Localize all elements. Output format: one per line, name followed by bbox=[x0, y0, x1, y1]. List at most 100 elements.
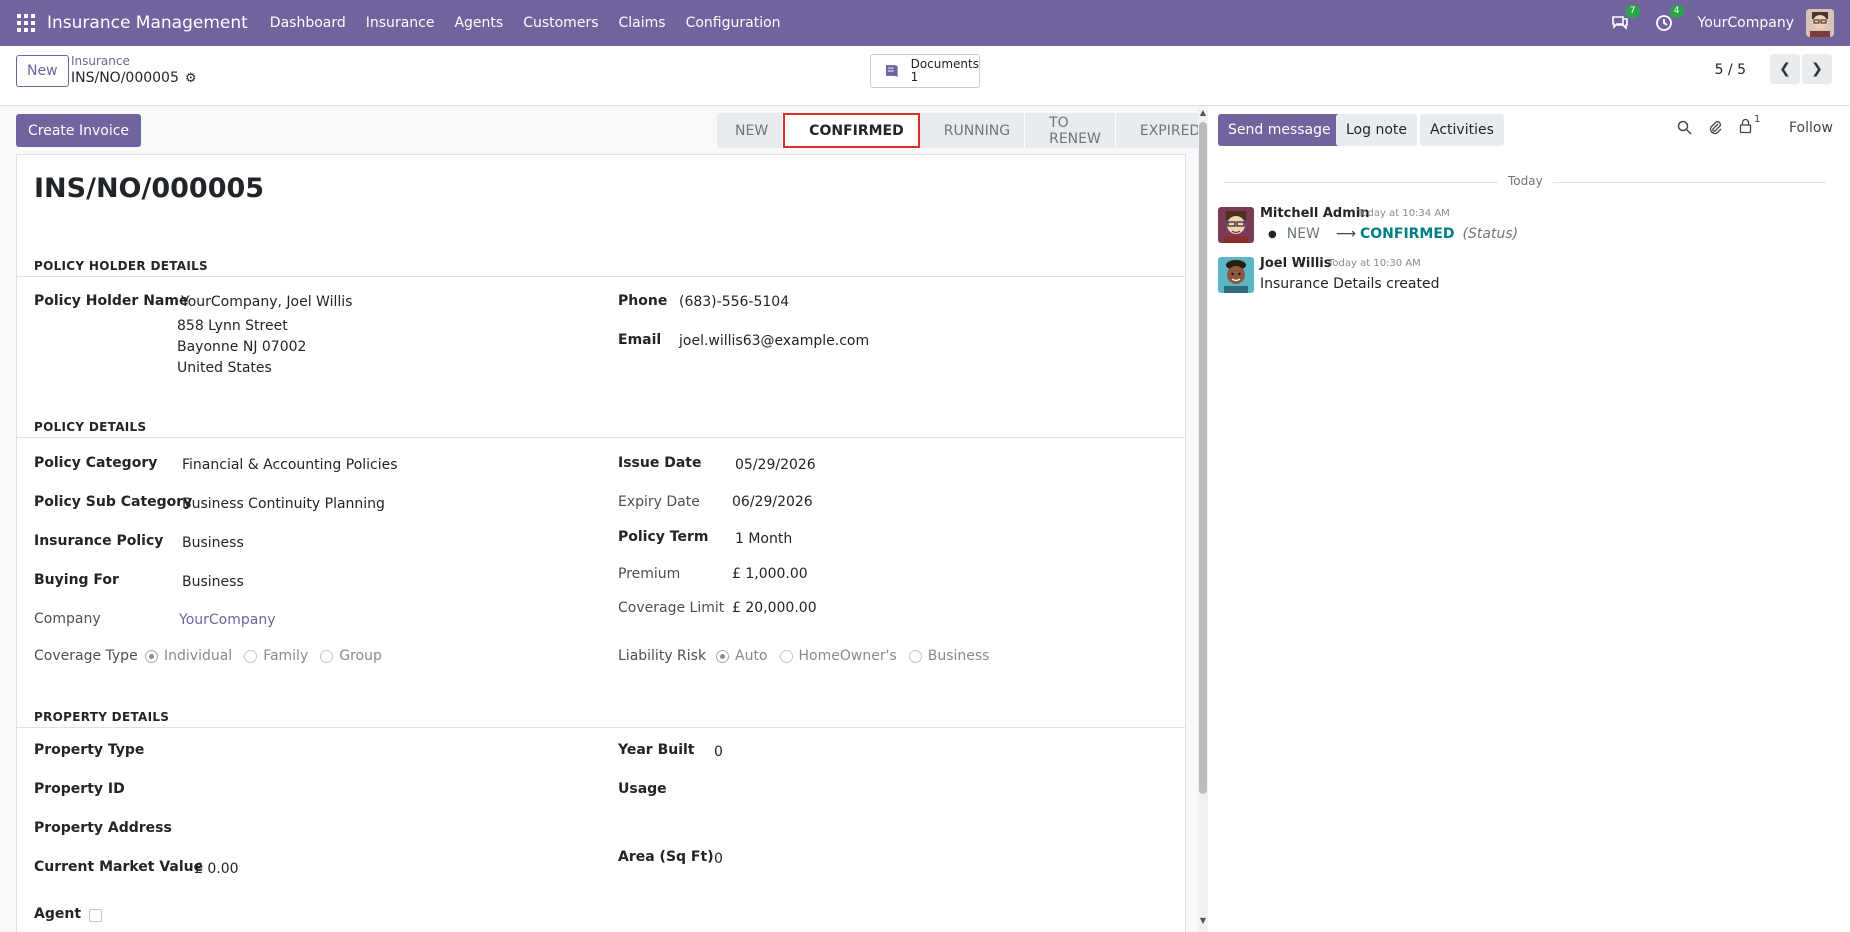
messages-icon[interactable]: 7 bbox=[1610, 5, 1640, 33]
pager-value[interactable]: 5 / 5 bbox=[1715, 62, 1746, 78]
company-link[interactable]: YourCompany bbox=[179, 612, 276, 628]
pager-next-button[interactable]: ❯ bbox=[1802, 54, 1832, 84]
phone-field[interactable]: (683)-556-5104 bbox=[679, 294, 789, 310]
premium-field[interactable]: £ 1,000.00 bbox=[732, 566, 808, 582]
coverage-limit-field[interactable]: £ 20,000.00 bbox=[732, 600, 817, 616]
buying-for-field[interactable]: Business bbox=[182, 574, 244, 590]
user-icon bbox=[1739, 118, 1752, 134]
tracking-field-name: (Status) bbox=[1462, 226, 1519, 242]
app-title[interactable]: Insurance Management bbox=[47, 13, 248, 33]
activities-button[interactable]: Activities bbox=[1420, 114, 1504, 146]
policy-holder-name-field[interactable]: YourCompany, Joel Willis bbox=[181, 294, 352, 310]
followers-count: 1 bbox=[1754, 114, 1761, 125]
radio-unchecked[interactable] bbox=[320, 649, 334, 663]
form-sheet: INS/NO/000005 POLICY HOLDER DETAILS Poli… bbox=[16, 154, 1186, 932]
documents-smart-button[interactable]: Documents 1 bbox=[870, 54, 980, 88]
current-market-value-label: Current Market Value bbox=[34, 859, 204, 875]
liability-risk-homeowners[interactable]: HomeOwner's bbox=[779, 648, 897, 664]
message-author[interactable]: Mitchell Admin bbox=[1260, 206, 1369, 221]
email-field[interactable]: joel.willis63@example.com bbox=[679, 333, 869, 349]
create-invoice-button[interactable]: Create Invoice bbox=[16, 114, 142, 147]
activities-icon[interactable]: 4 bbox=[1654, 5, 1684, 33]
property-type-label: Property Type bbox=[34, 742, 145, 758]
search-messages-icon[interactable] bbox=[1677, 120, 1692, 139]
control-panel: New Insurance INS/NO/000005 ⚙ Documents … bbox=[0, 46, 1850, 106]
chevron-left-icon: ❮ bbox=[1779, 61, 1791, 77]
liability-risk-business[interactable]: Business bbox=[908, 648, 990, 664]
log-note-button[interactable]: Log note bbox=[1336, 114, 1417, 146]
coverage-type-individual[interactable]: Individual bbox=[145, 648, 232, 664]
stage-confirmed[interactable]: CONFIRMED bbox=[783, 113, 920, 148]
menu-dashboard[interactable]: Dashboard bbox=[260, 15, 356, 31]
liability-risk-auto[interactable]: Auto bbox=[716, 648, 768, 664]
form-scrollbar-thumb[interactable] bbox=[1199, 122, 1207, 794]
usage-label: Usage bbox=[618, 781, 667, 797]
send-message-button[interactable]: Send message bbox=[1218, 114, 1341, 146]
menu-agents[interactable]: Agents bbox=[444, 15, 513, 31]
buying-for-label: Buying For bbox=[34, 572, 119, 588]
paperclip-icon[interactable] bbox=[1708, 120, 1723, 139]
section-title-property-details: PROPERTY DETAILS bbox=[34, 710, 170, 724]
policy-category-field[interactable]: Financial & Accounting Policies bbox=[182, 457, 398, 473]
policy-holder-address: 858 Lynn Street Bayonne NJ 07002 United … bbox=[177, 316, 306, 379]
issue-date-field[interactable]: 05/29/2026 bbox=[735, 457, 816, 473]
follow-button[interactable]: Follow bbox=[1789, 120, 1833, 136]
message-author[interactable]: Joel Willis bbox=[1260, 256, 1331, 271]
user-avatar[interactable] bbox=[1806, 9, 1834, 37]
coverage-type-family[interactable]: Family bbox=[244, 648, 308, 664]
radio-unchecked[interactable] bbox=[908, 649, 922, 663]
policy-sub-category-field[interactable]: Business Continuity Planning bbox=[182, 496, 385, 512]
radio-checked[interactable] bbox=[145, 649, 158, 663]
email-label: Email bbox=[618, 332, 662, 348]
current-market-value-field[interactable]: £ 0.00 bbox=[194, 861, 239, 877]
stage-to-renew[interactable]: TO RENEW bbox=[1025, 113, 1116, 148]
issue-date-label: Issue Date bbox=[618, 455, 702, 471]
year-built-field[interactable]: 0 bbox=[714, 744, 723, 760]
avatar[interactable] bbox=[1218, 257, 1254, 293]
pager-previous-button[interactable]: ❮ bbox=[1770, 54, 1800, 84]
message-body: Insurance Details created bbox=[1260, 276, 1440, 292]
radio-unchecked[interactable] bbox=[244, 649, 258, 663]
radio-label: HomeOwner's bbox=[798, 648, 897, 664]
policy-holder-name-label: Policy Holder Name bbox=[34, 293, 189, 309]
apps-menu-icon[interactable] bbox=[17, 14, 35, 32]
property-id-label: Property ID bbox=[34, 781, 125, 797]
area-field[interactable]: 0 bbox=[714, 851, 723, 867]
stage-new[interactable]: NEW bbox=[717, 113, 784, 148]
gear-icon[interactable]: ⚙ bbox=[185, 71, 197, 86]
area-label: Area (Sq Ft) bbox=[618, 849, 714, 865]
policy-term-field[interactable]: 1 Month bbox=[735, 531, 792, 547]
scroll-up-icon[interactable]: ▲ bbox=[1198, 108, 1208, 117]
address-line-2: Bayonne NJ 07002 bbox=[177, 339, 307, 355]
menu-claims[interactable]: Claims bbox=[609, 15, 676, 31]
coverage-type-group[interactable]: Group bbox=[320, 648, 382, 664]
company-switcher[interactable]: YourCompany bbox=[1698, 15, 1795, 31]
radio-checked[interactable] bbox=[716, 649, 729, 663]
menu-insurance[interactable]: Insurance bbox=[356, 15, 445, 31]
phone-label: Phone bbox=[618, 293, 668, 309]
section-divider bbox=[17, 437, 1185, 438]
scroll-down-icon[interactable]: ▼ bbox=[1198, 916, 1208, 925]
new-button[interactable]: New bbox=[16, 55, 69, 87]
section-title-policy-holder: POLICY HOLDER DETAILS bbox=[34, 259, 209, 273]
radio-label: Group bbox=[339, 648, 382, 664]
year-built-label: Year Built bbox=[618, 742, 695, 758]
followers-button[interactable]: 1 bbox=[1738, 114, 1760, 134]
liability-risk-label: Liability Risk bbox=[618, 648, 707, 664]
stage-running[interactable]: RUNNING bbox=[919, 113, 1026, 148]
form-view: Create Invoice NEW CONFIRMED RUNNING TO … bbox=[0, 106, 1216, 932]
expiry-date-field[interactable]: 06/29/2026 bbox=[732, 494, 813, 510]
insurance-policy-field[interactable]: Business bbox=[182, 535, 244, 551]
section-divider bbox=[17, 727, 1185, 728]
menu-customers[interactable]: Customers bbox=[513, 15, 608, 31]
activities-badge: 4 bbox=[1669, 5, 1684, 18]
menu-configuration[interactable]: Configuration bbox=[676, 15, 791, 31]
coverage-type-label: Coverage Type bbox=[34, 648, 138, 664]
agent-checkbox[interactable] bbox=[89, 909, 102, 922]
avatar[interactable] bbox=[1218, 207, 1254, 243]
radio-label: Business bbox=[927, 648, 990, 664]
bullet-icon: ● bbox=[1268, 228, 1277, 240]
breadcrumb-parent[interactable]: Insurance bbox=[71, 54, 130, 68]
radio-unchecked[interactable] bbox=[779, 649, 793, 663]
arrow-right-icon: ⟶ bbox=[1335, 226, 1356, 242]
